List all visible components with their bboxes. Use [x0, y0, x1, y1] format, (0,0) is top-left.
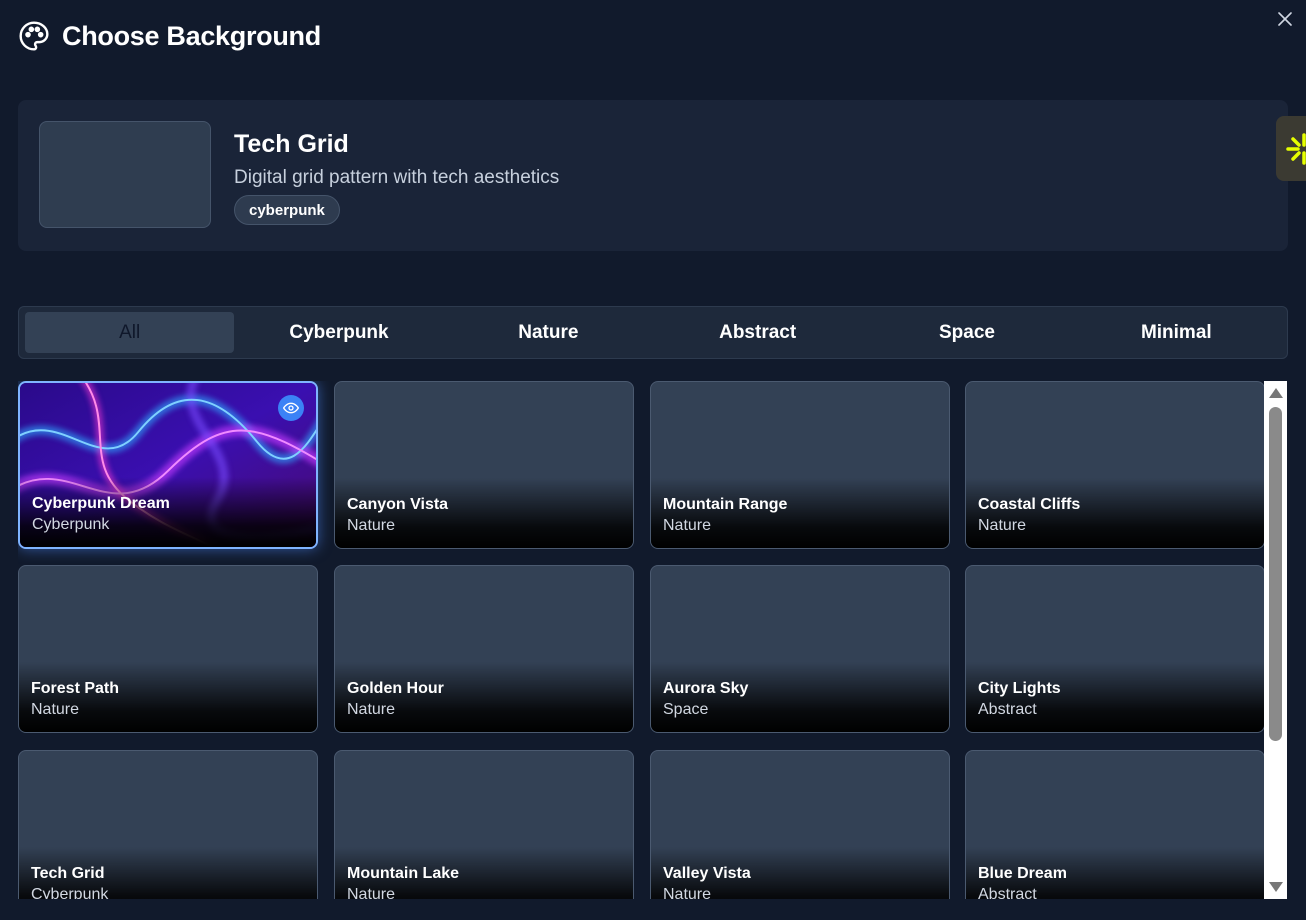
card-category: Abstract [978, 701, 1037, 718]
card-name: Mountain Lake [347, 865, 460, 882]
preview-eye-button[interactable] [278, 395, 304, 421]
card-name: Blue Dream [978, 865, 1067, 882]
card-name: Tech Grid [31, 865, 105, 882]
background-card-canyon-vista[interactable]: Canyon Vista Nature [334, 381, 634, 549]
card-category: Nature [347, 701, 396, 718]
background-card-mountain-lake[interactable]: Mountain Lake Nature [334, 750, 634, 899]
card-name: City Lights [978, 680, 1061, 697]
card-category: Nature [347, 517, 396, 534]
palette-icon [19, 21, 49, 51]
tab-abstract[interactable]: Abstract [653, 312, 862, 353]
card-category: Abstract [978, 886, 1037, 899]
card-name: Coastal Cliffs [978, 496, 1081, 513]
preview-tag: cyberpunk [234, 195, 340, 225]
card-category: Nature [663, 517, 712, 534]
background-card-blue-dream[interactable]: Blue Dream Abstract [965, 750, 1265, 899]
card-category: Nature [663, 886, 712, 899]
scroll-thumb[interactable] [1269, 407, 1282, 741]
sparkle-icon [1286, 132, 1306, 165]
background-card-valley-vista[interactable]: Valley Vista Nature [650, 750, 950, 899]
background-card-forest-path[interactable]: Forest Path Nature [18, 565, 318, 733]
scroll-down-arrow-icon[interactable] [1269, 882, 1283, 892]
close-icon [1278, 12, 1292, 26]
card-category: Space [663, 701, 709, 718]
card-name: Forest Path [31, 680, 120, 697]
selected-preview-panel: Tech Grid Digital grid pattern with tech… [18, 100, 1288, 251]
background-card-cyberpunk-dream[interactable]: Cyberpunk Dream Cyberpunk [18, 381, 318, 549]
eye-icon [283, 402, 299, 414]
tab-cyberpunk[interactable]: Cyberpunk [234, 312, 443, 353]
scroll-up-arrow-icon[interactable] [1269, 388, 1283, 398]
dialog-header: Choose Background [18, 20, 321, 52]
card-category: Nature [978, 517, 1027, 534]
close-button[interactable] [1274, 8, 1296, 30]
card-category: Cyberpunk [32, 516, 110, 533]
card-name: Golden Hour [347, 680, 444, 697]
background-card-city-lights[interactable]: City Lights Abstract [965, 565, 1265, 733]
tab-nature[interactable]: Nature [444, 312, 653, 353]
grid-scrollbar[interactable] [1264, 381, 1287, 899]
background-card-golden-hour[interactable]: Golden Hour Nature [334, 565, 634, 733]
tab-space[interactable]: Space [862, 312, 1071, 353]
tab-all[interactable]: All [25, 312, 235, 353]
background-grid: Cyberpunk Dream Cyberpunk Canyon Vista N… [18, 381, 1266, 899]
card-category: Nature [347, 886, 396, 899]
card-category: Cyberpunk [31, 886, 109, 899]
background-card-coastal-cliffs[interactable]: Coastal Cliffs Nature [965, 381, 1265, 549]
card-name: Valley Vista [663, 865, 751, 882]
dialog-title: Choose Background [62, 20, 321, 51]
tab-minimal[interactable]: Minimal [1072, 312, 1281, 353]
card-name: Mountain Range [663, 496, 788, 513]
card-category: Nature [31, 701, 80, 718]
background-dialog: Choose Background Tech Grid Digital grid… [0, 0, 1306, 920]
side-widget[interactable] [1276, 116, 1306, 181]
card-name: Cyberpunk Dream [32, 495, 170, 512]
card-name: Canyon Vista [347, 496, 449, 513]
background-card-tech-grid[interactable]: Tech Grid Cyberpunk [18, 750, 318, 899]
preview-description: Digital grid pattern with tech aesthetic… [234, 167, 560, 188]
preview-title: Tech Grid [234, 130, 349, 158]
card-name: Aurora Sky [663, 680, 749, 697]
background-card-aurora-sky[interactable]: Aurora Sky Space [650, 565, 950, 733]
preview-thumbnail [39, 121, 211, 228]
category-tabs: All Cyberpunk Nature Abstract Space Mini… [18, 306, 1288, 359]
background-card-mountain-range[interactable]: Mountain Range Nature [650, 381, 950, 549]
